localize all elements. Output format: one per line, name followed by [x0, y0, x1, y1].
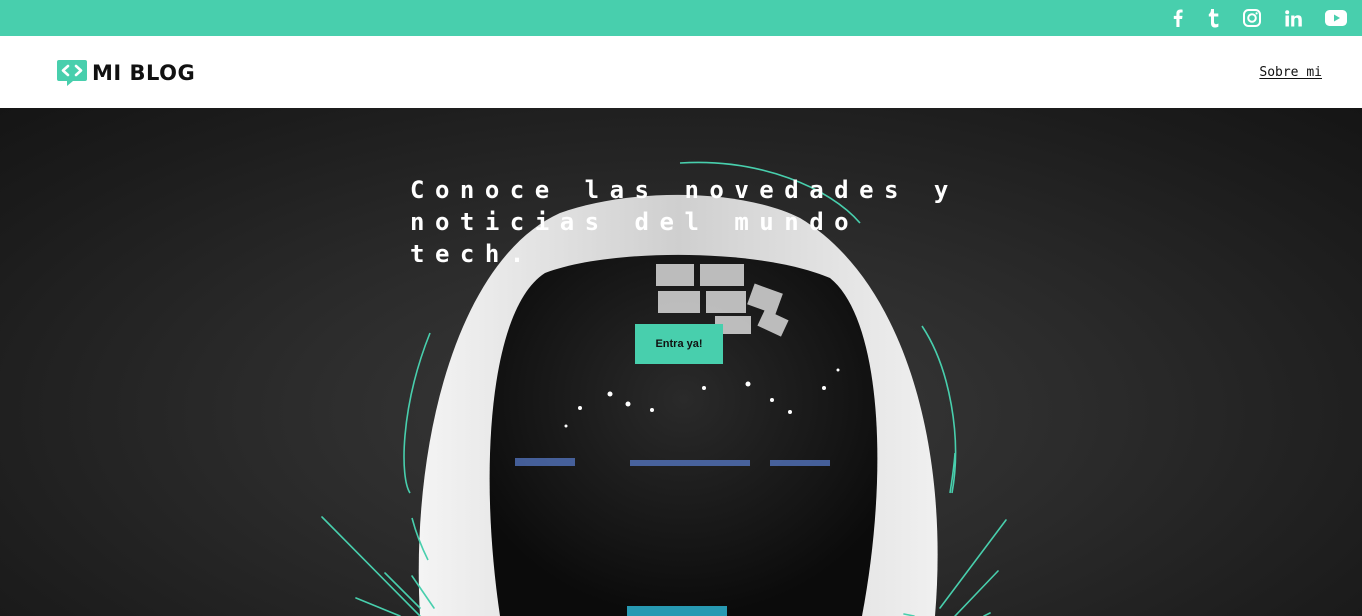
- hero-title: Conoce las novedades y noticias del mund…: [410, 176, 959, 268]
- site-logo[interactable]: MI BLOG: [56, 58, 195, 88]
- youtube-icon[interactable]: [1323, 0, 1349, 36]
- logo-text: MI BLOG: [92, 60, 196, 85]
- chat-code-icon: [57, 60, 87, 86]
- hero-section: Conoce las novedades y noticias del mund…: [0, 108, 1362, 616]
- linkedin-icon[interactable]: [1282, 0, 1304, 36]
- nav-link-about[interactable]: Sobre mi: [1259, 65, 1322, 80]
- social-bar: [0, 0, 1362, 36]
- facebook-icon[interactable]: [1168, 0, 1188, 36]
- site-header: MI BLOG Sobre mi: [0, 36, 1362, 108]
- enter-button[interactable]: Entra ya!: [635, 324, 723, 364]
- instagram-icon[interactable]: [1241, 0, 1263, 36]
- tumblr-icon[interactable]: [1204, 0, 1224, 36]
